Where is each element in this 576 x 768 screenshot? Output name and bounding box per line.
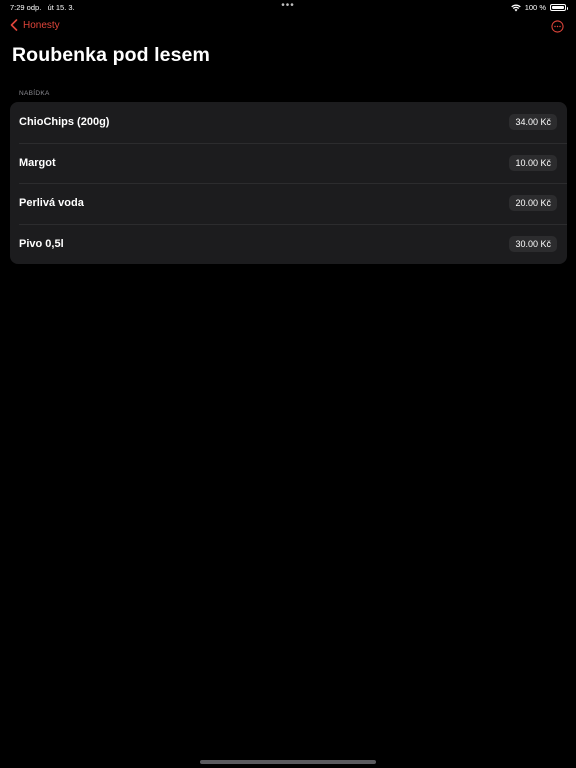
- list-item[interactable]: Margot 10.00 Kč: [10, 142, 567, 184]
- status-date: út 15. 3.: [47, 3, 75, 12]
- back-button[interactable]: Honesty: [10, 19, 60, 31]
- item-name: Margot: [19, 156, 56, 169]
- menu-list: ChioChips (200g) 34.00 Kč Margot 10.00 K…: [10, 102, 567, 264]
- battery-percentage: 100 %: [524, 3, 546, 12]
- navigation-bar: Honesty: [0, 18, 576, 40]
- page-title: Roubenka pod lesem: [12, 44, 210, 66]
- back-button-label: Honesty: [23, 19, 60, 31]
- list-item[interactable]: ChioChips (200g) 34.00 Kč: [10, 102, 567, 143]
- status-bar: 7:29 odp. út 15. 3. ••• 100 %: [0, 0, 576, 14]
- item-name: ChioChips (200g): [19, 116, 110, 129]
- item-name: Perlivá voda: [19, 197, 84, 210]
- status-time: 7:29 odp. út 15. 3.: [10, 3, 75, 12]
- chevron-left-icon: [10, 19, 18, 31]
- price-badge: 10.00 Kč: [509, 154, 557, 171]
- battery-icon: [550, 4, 568, 11]
- price-badge: 30.00 Kč: [509, 235, 557, 252]
- ellipsis-circle-icon[interactable]: [551, 20, 564, 33]
- price-badge: 34.00 Kč: [509, 114, 557, 131]
- wifi-icon: [510, 3, 521, 11]
- price-badge: 20.00 Kč: [509, 195, 557, 212]
- multitasking-dots[interactable]: •••: [281, 1, 295, 11]
- list-item[interactable]: Perlivá voda 20.00 Kč: [10, 183, 567, 224]
- item-name: Pivo 0,5l: [19, 237, 64, 250]
- home-indicator[interactable]: [200, 760, 376, 764]
- status-indicators: 100 %: [510, 3, 568, 12]
- list-item[interactable]: Pivo 0,5l 30.00 Kč: [10, 223, 567, 265]
- status-clock: 7:29 odp.: [10, 3, 42, 12]
- section-header: NABÍDKA: [19, 90, 50, 97]
